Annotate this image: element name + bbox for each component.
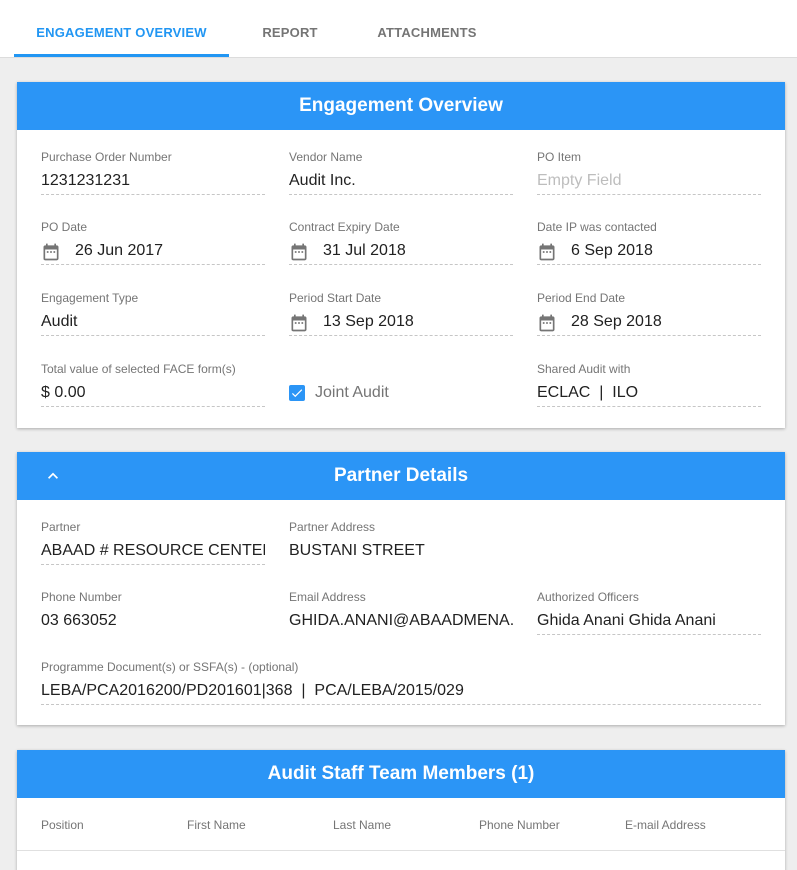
po-date-text: 26 Jun 2017 bbox=[75, 242, 164, 259]
vendor-name-field[interactable]: Vendor Name Audit Inc. bbox=[289, 150, 513, 195]
face-total-field[interactable]: Total value of selected FACE form(s) $ 0… bbox=[41, 362, 265, 407]
field-label: Programme Document(s) or SSFA(s) - (opti… bbox=[41, 660, 299, 674]
date-ip-contacted-value: 6 Sep 2018 bbox=[537, 240, 761, 265]
calendar-icon[interactable] bbox=[289, 242, 309, 262]
vendor-name-value: Audit Inc. bbox=[289, 170, 513, 195]
contract-expiry-field[interactable]: Contract Expiry Date 31 Jul 2018 bbox=[289, 220, 513, 265]
engagement-type-field[interactable]: Engagement Type Audit bbox=[41, 291, 265, 336]
field-label: Shared Audit with bbox=[537, 362, 631, 376]
date-ip-contacted-field[interactable]: Date IP was contacted 6 Sep 2018 bbox=[537, 220, 761, 265]
contract-expiry-text: 31 Jul 2018 bbox=[323, 242, 406, 259]
po-date-field[interactable]: PO Date 26 Jun 2017 bbox=[41, 220, 265, 265]
tab-attachments[interactable]: ATTACHMENTS bbox=[360, 0, 494, 58]
contract-expiry-value: 31 Jul 2018 bbox=[289, 240, 513, 265]
period-start-value: 13 Sep 2018 bbox=[289, 311, 513, 336]
phone-number-field: Phone Number 03 663052 bbox=[41, 590, 265, 635]
field-label: Vendor Name bbox=[289, 150, 363, 164]
po-date-value: 26 Jun 2017 bbox=[41, 240, 265, 265]
period-end-field[interactable]: Period End Date 28 Sep 2018 bbox=[537, 291, 761, 336]
field-label: Date IP was contacted bbox=[537, 220, 657, 234]
shared-audit-field[interactable]: Shared Audit with ECLAC | ILO bbox=[537, 362, 761, 407]
field-label: PO Date bbox=[41, 220, 88, 234]
joint-audit-label: Joint Audit bbox=[315, 384, 389, 401]
active-tab-indicator bbox=[14, 54, 229, 57]
field-label: Total value of selected FACE form(s) bbox=[41, 362, 236, 376]
card-title: Partner Details bbox=[333, 465, 469, 486]
engagement-overview-header: Engagement Overview bbox=[17, 82, 785, 130]
period-end-value: 28 Sep 2018 bbox=[537, 311, 761, 336]
tab-engagement-overview[interactable]: ENGAGEMENT OVERVIEW bbox=[14, 0, 229, 58]
po-item-value: Empty Field bbox=[537, 170, 761, 195]
field-label: Period Start Date bbox=[289, 291, 382, 305]
programme-documents-value: LEBA/PCA2016200/PD201601|368 | PCA/LEBA/… bbox=[41, 680, 761, 705]
card-title: Audit Staff Team Members (1) bbox=[267, 763, 535, 784]
column-first-name: First Name bbox=[187, 818, 246, 832]
partner-address-field: Partner Address BUSTANI STREET bbox=[289, 520, 513, 565]
field-label: Email Address bbox=[289, 590, 366, 604]
field-label: Partner bbox=[41, 520, 81, 534]
field-label: Authorized Officers bbox=[537, 590, 639, 604]
purchase-order-value: 1231231231 bbox=[41, 170, 265, 195]
partner-field[interactable]: Partner ABAAD # RESOURCE CENTER FOR GEND… bbox=[41, 520, 265, 565]
field-label: PO Item bbox=[537, 150, 582, 164]
field-label: Phone Number bbox=[41, 590, 122, 604]
phone-number-value: 03 663052 bbox=[41, 612, 117, 629]
shared-audit-value: ECLAC | ILO bbox=[537, 382, 761, 407]
po-item-field[interactable]: PO Item Empty Field bbox=[537, 150, 761, 195]
engagement-overview-card: Engagement Overview Purchase Order Numbe… bbox=[17, 82, 785, 428]
partner-value: ABAAD # RESOURCE CENTER FOR GENDER EQUAL… bbox=[41, 540, 265, 565]
email-address-field: Email Address GHIDA.ANANI@ABAADMENA.ORG bbox=[289, 590, 513, 635]
checkbox-box[interactable] bbox=[289, 385, 305, 401]
field-label: Engagement Type bbox=[41, 291, 139, 305]
tab-report[interactable]: REPORT bbox=[240, 0, 340, 58]
field-label: Partner Address bbox=[289, 520, 376, 534]
email-address-value: GHIDA.ANANI@ABAADMENA.ORG bbox=[289, 612, 513, 629]
staff-table-header: Position First Name Last Name Phone Numb… bbox=[17, 818, 785, 836]
table-divider bbox=[17, 850, 785, 851]
authorized-officers-field[interactable]: Authorized Officers Ghida Anani Ghida An… bbox=[537, 590, 761, 635]
purchase-order-field[interactable]: Purchase Order Number 1231231231 bbox=[41, 150, 265, 195]
authorized-officers-value: Ghida Anani Ghida Anani bbox=[537, 610, 761, 635]
calendar-icon[interactable] bbox=[537, 313, 557, 333]
column-email-address: E-mail Address bbox=[625, 818, 706, 832]
card-title: Engagement Overview bbox=[299, 95, 503, 116]
field-label: Contract Expiry Date bbox=[289, 220, 400, 234]
audit-staff-card: Audit Staff Team Members (1) Position Fi… bbox=[17, 750, 785, 870]
calendar-icon[interactable] bbox=[289, 313, 309, 333]
face-total-value: $ 0.00 bbox=[41, 382, 265, 407]
column-last-name: Last Name bbox=[333, 818, 392, 832]
tab-bar: ENGAGEMENT OVERVIEW REPORT ATTACHMENTS bbox=[0, 0, 797, 58]
joint-audit-checkbox[interactable]: Joint Audit bbox=[289, 384, 389, 402]
period-start-field[interactable]: Period Start Date 13 Sep 2018 bbox=[289, 291, 513, 336]
audit-staff-header: Audit Staff Team Members (1) bbox=[17, 750, 785, 798]
date-ip-contacted-text: 6 Sep 2018 bbox=[571, 242, 653, 259]
engagement-type-value: Audit bbox=[41, 311, 265, 336]
field-label: Period End Date bbox=[537, 291, 626, 305]
calendar-icon[interactable] bbox=[537, 242, 557, 262]
collapse-button[interactable] bbox=[41, 464, 65, 488]
programme-documents-field[interactable]: Programme Document(s) or SSFA(s) - (opti… bbox=[41, 660, 761, 705]
partner-address-value: BUSTANI STREET bbox=[289, 542, 425, 559]
field-label: Purchase Order Number bbox=[41, 150, 172, 164]
period-start-text: 13 Sep 2018 bbox=[323, 313, 414, 330]
period-end-text: 28 Sep 2018 bbox=[571, 313, 662, 330]
column-phone-number: Phone Number bbox=[479, 818, 560, 832]
partner-details-card: Partner Details Partner ABAAD # RESOURCE… bbox=[17, 452, 785, 725]
check-icon bbox=[291, 389, 303, 398]
column-position: Position bbox=[41, 818, 84, 832]
calendar-icon[interactable] bbox=[41, 242, 61, 262]
partner-details-header: Partner Details bbox=[17, 452, 785, 500]
chevron-up-icon bbox=[48, 472, 58, 479]
